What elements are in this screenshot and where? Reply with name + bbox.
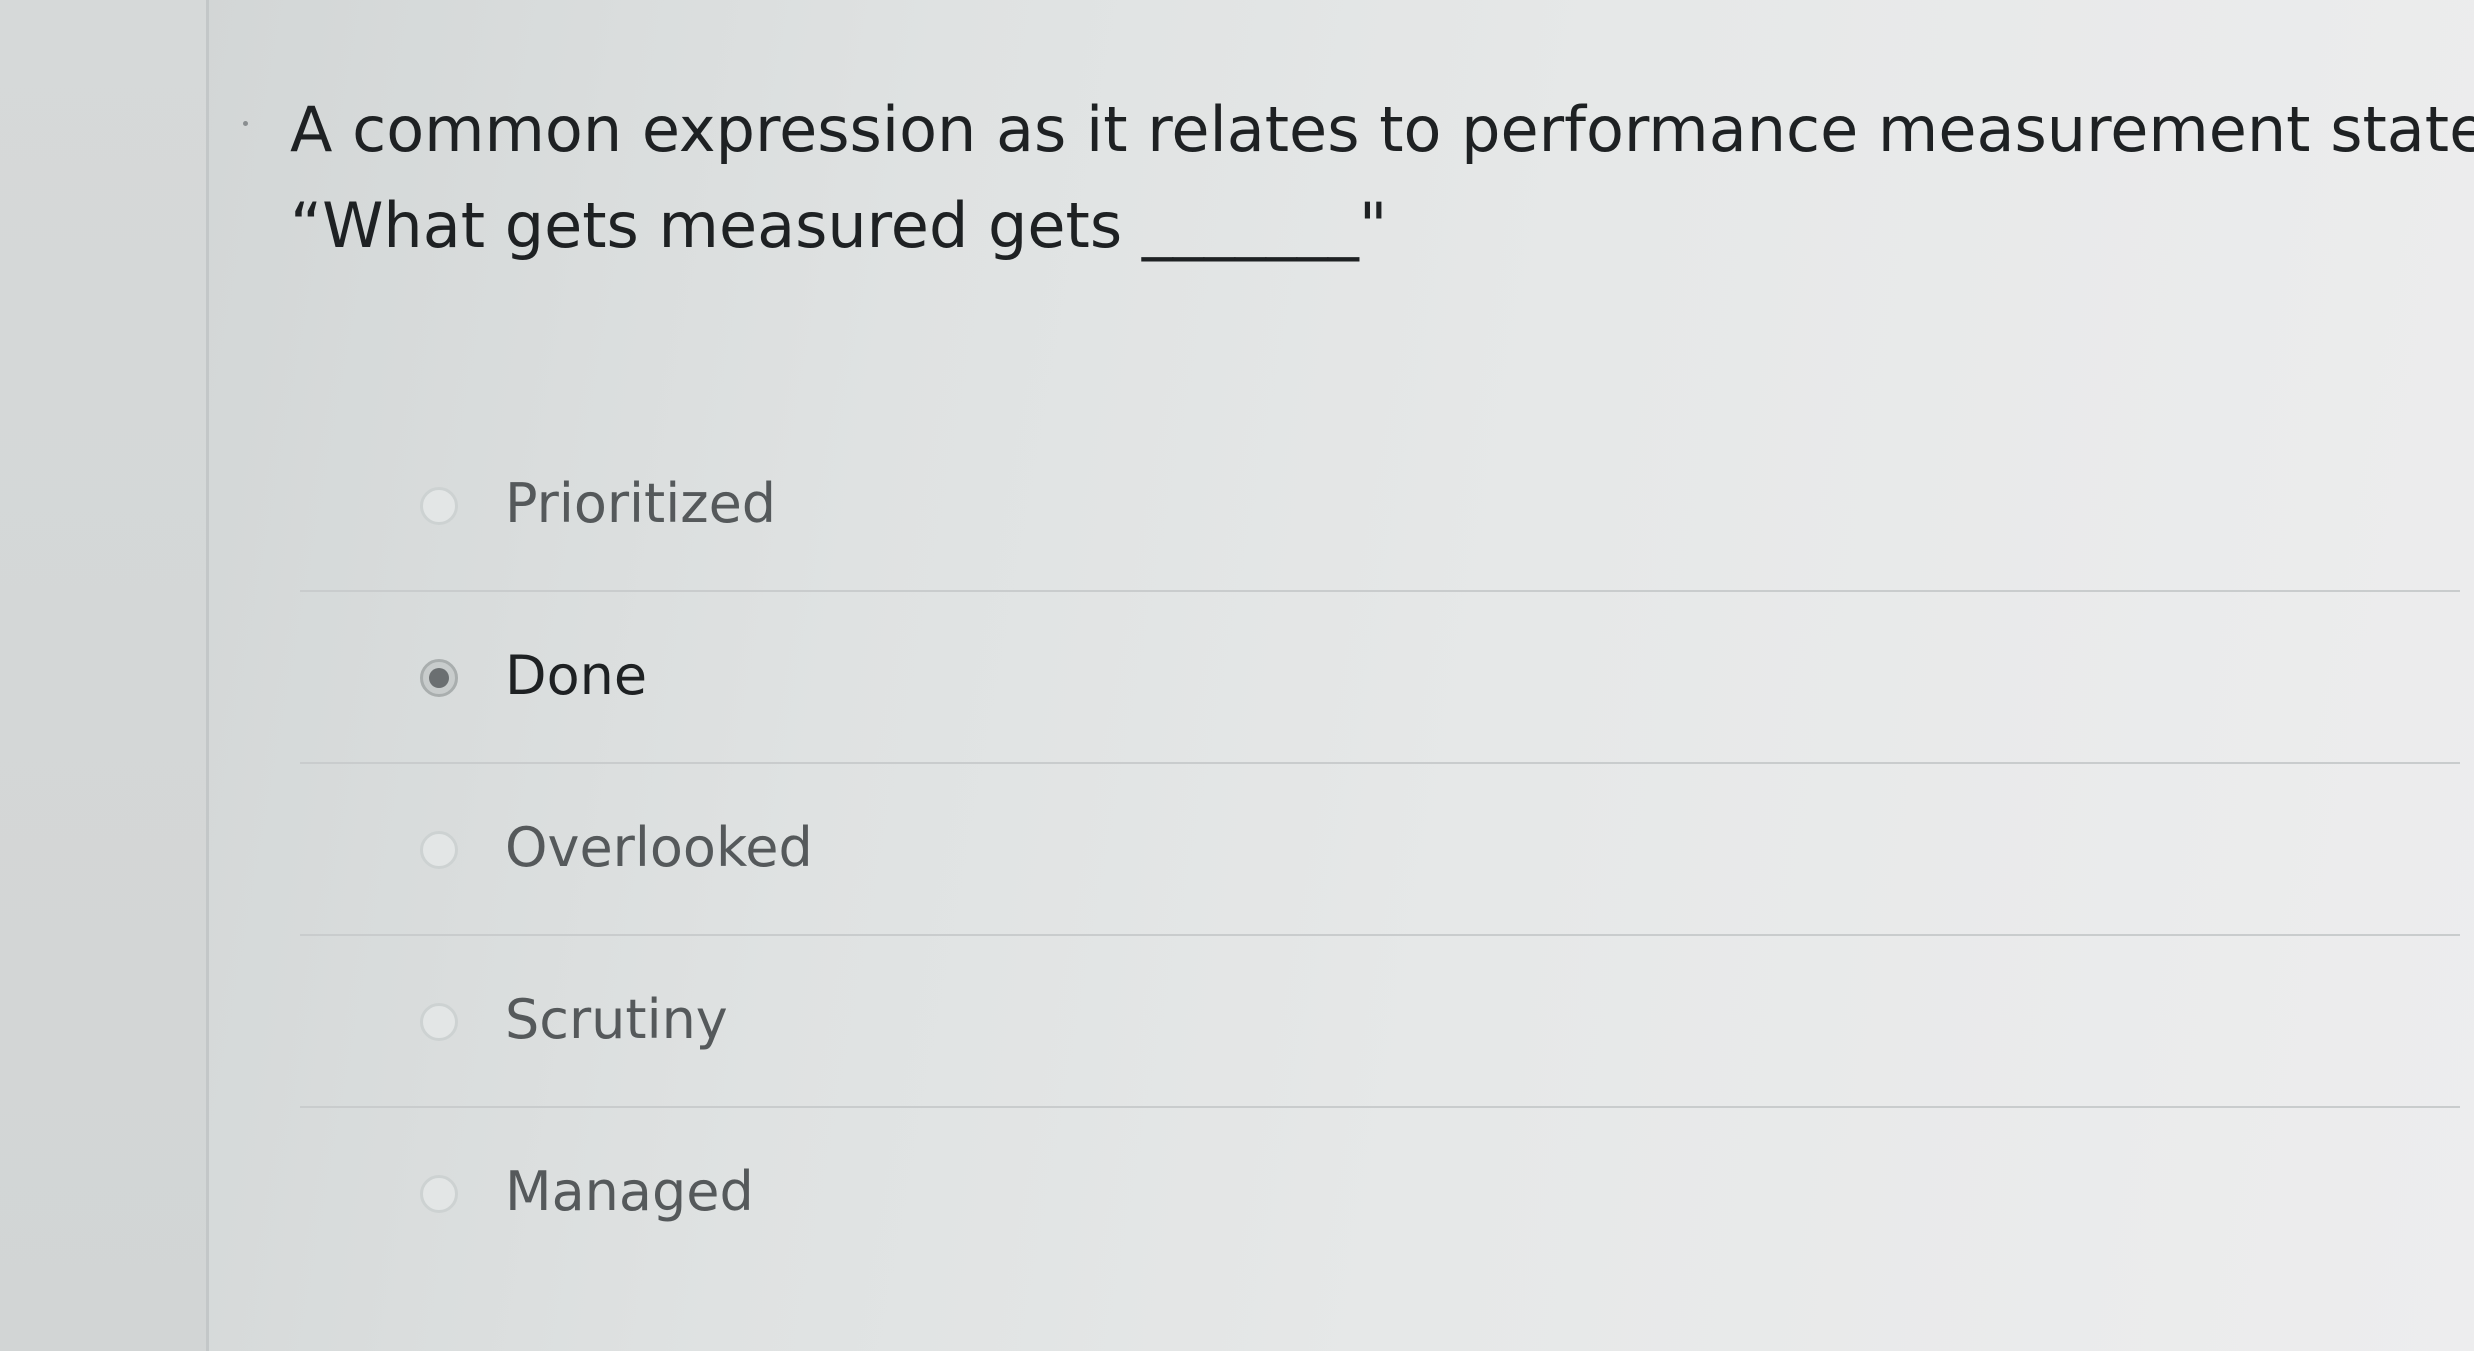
answer-option-managed[interactable]: Managed bbox=[300, 1108, 2460, 1278]
answer-label-done[interactable]: Done bbox=[505, 644, 647, 708]
answer-label-managed[interactable]: Managed bbox=[505, 1160, 754, 1224]
answer-option-overlooked[interactable]: Overlooked bbox=[300, 764, 2460, 936]
question-line-2: “What gets measured gets _______" bbox=[290, 189, 1388, 262]
question-text: A common expression as it relates to per… bbox=[290, 82, 2474, 274]
radio-button-scrutiny[interactable] bbox=[420, 1003, 458, 1041]
question-line-1: A common expression as it relates to per… bbox=[290, 93, 2474, 166]
answer-option-done[interactable]: Done bbox=[300, 592, 2460, 764]
radio-button-prioritized[interactable] bbox=[420, 487, 458, 525]
quiz-screen: A common expression as it relates to per… bbox=[0, 0, 2474, 1351]
question-bullet bbox=[243, 121, 248, 126]
radio-button-overlooked[interactable] bbox=[420, 831, 458, 869]
answer-label-prioritized[interactable]: Prioritized bbox=[505, 472, 776, 536]
radio-button-managed[interactable] bbox=[420, 1175, 458, 1213]
answer-label-scrutiny[interactable]: Scrutiny bbox=[505, 988, 728, 1052]
radio-button-done[interactable] bbox=[420, 659, 458, 697]
answer-label-overlooked[interactable]: Overlooked bbox=[505, 816, 813, 880]
answer-list: Prioritized Done Overlooked Scrutiny Man… bbox=[300, 420, 2460, 1278]
answer-option-scrutiny[interactable]: Scrutiny bbox=[300, 936, 2460, 1108]
answer-option-prioritized[interactable]: Prioritized bbox=[300, 420, 2460, 592]
left-gutter bbox=[0, 0, 208, 1351]
